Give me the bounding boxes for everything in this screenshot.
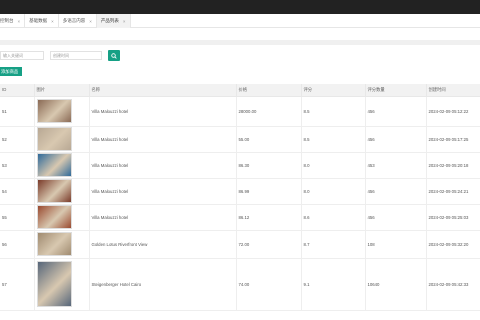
col-rating[interactable]: 评分	[300, 84, 365, 97]
cell-rating: 8.6	[300, 204, 365, 231]
divider-strip	[0, 40, 480, 45]
cell-rating-count: 456	[364, 126, 426, 153]
cell-id: 53	[0, 152, 34, 179]
tab-bar: 控制台 × 基础数据 × 多语言内容 × 产品列表 ×	[0, 14, 480, 28]
cell-id: 51	[0, 96, 34, 127]
cell-id: 55	[0, 204, 34, 231]
tab-label: 控制台	[0, 18, 14, 23]
cell-name: Golden Lotus Riverfront View	[88, 230, 236, 259]
cell-price: 55.00	[235, 126, 301, 153]
cell-rating: 8.5	[300, 126, 365, 153]
product-table: ID 图片 名称 价格 评分 评分数量 创建时间 51 Villa Malouzz…	[0, 84, 480, 311]
cell-image	[33, 178, 89, 205]
cell-rating: 9.1	[300, 258, 365, 311]
hotel-thumbnail[interactable]	[36, 179, 72, 203]
cell-name: Villa Malouzzi hotel	[88, 204, 236, 231]
cell-price: 86.12	[235, 204, 301, 231]
cell-name: Steigenberger Hotel Cairo	[88, 258, 236, 311]
cell-rating: 8.5	[300, 96, 365, 127]
table-row[interactable]: 56 Golden Lotus Riverfront View 72.00 8.7 10…	[0, 230, 480, 259]
table-row[interactable]: 55 Villa Malouzzi hotel 86.12 8.6 456 2024-02…	[0, 204, 480, 231]
cell-rating-count: 456	[364, 204, 426, 231]
col-rating-count[interactable]: 评分数量	[364, 84, 426, 97]
table-header-row: ID 图片 名称 价格 评分 评分数量 创建时间	[0, 84, 480, 97]
close-icon[interactable]: ×	[89, 19, 92, 24]
col-name[interactable]: 名称	[88, 84, 236, 97]
tab-multilang[interactable]: 多语言内容 ×	[59, 14, 97, 28]
cell-price: 72.00	[235, 230, 301, 259]
cell-created: 2024-02-09 05:17:25	[425, 126, 480, 153]
close-icon[interactable]: ×	[51, 19, 54, 24]
table-row[interactable]: 52 Villa Malouzzi hotel 55.00 8.5 456 2024-02…	[0, 126, 480, 153]
cell-name: Villa Malouzzi hotel	[88, 178, 236, 205]
cell-image	[33, 152, 89, 179]
cell-image	[33, 126, 89, 153]
col-created[interactable]: 创建时间	[425, 84, 480, 97]
cell-price: 86.30	[235, 152, 301, 179]
tab-label: 多语言内容	[62, 18, 86, 23]
hotel-thumbnail[interactable]	[36, 127, 72, 151]
cell-image	[33, 204, 89, 231]
cell-rating: 8.7	[300, 230, 365, 259]
cell-price: 28000.00	[235, 96, 301, 127]
cell-id: 54	[0, 178, 34, 205]
top-header-bar	[0, 0, 480, 14]
table-row[interactable]: 57 Steigenberger Hotel Cairo 74.00 9.1 10640…	[0, 258, 480, 311]
cell-rating-count: 453	[364, 152, 426, 179]
cell-created: 2024-02-09 05:12:22	[425, 96, 480, 127]
close-icon[interactable]: ×	[123, 19, 126, 24]
cell-created: 2024-02-09 05:42:33	[425, 258, 480, 311]
cell-image	[33, 230, 89, 259]
cell-name: Villa Malouzzi hotel	[88, 126, 236, 153]
cell-id: 56	[0, 230, 34, 259]
tab-dashboard[interactable]: 控制台 ×	[0, 14, 26, 28]
cell-rating: 8.0	[300, 178, 365, 205]
cell-rating-count: 456	[364, 178, 426, 205]
table-row[interactable]: 51 Villa Malouzzi hotel 28000.00 8.5 456 2024…	[0, 96, 480, 127]
hotel-thumbnail[interactable]	[36, 261, 72, 307]
hotel-thumbnail[interactable]	[36, 99, 72, 123]
created-time-input[interactable]: 创建时间	[50, 51, 102, 60]
tab-label: 产品列表	[100, 18, 119, 23]
tab-base-data[interactable]: 基础数据 ×	[25, 14, 59, 28]
hotel-thumbnail[interactable]	[36, 205, 72, 229]
table-row[interactable]: 53 Villa Malouzzi hotel 86.30 8.0 453 2024-02…	[0, 152, 480, 179]
col-price[interactable]: 价格	[235, 84, 301, 97]
tab-label: 基础数据	[29, 18, 48, 23]
col-id[interactable]: ID	[0, 84, 34, 97]
close-icon[interactable]: ×	[18, 19, 21, 24]
cell-id: 57	[0, 258, 34, 311]
hotel-thumbnail[interactable]	[36, 232, 72, 256]
cell-rating-count: 10640	[364, 258, 426, 311]
cell-created: 2024-02-09 05:20:18	[425, 152, 480, 179]
keyword-input[interactable]: 输入关键词	[0, 51, 44, 60]
search-icon	[111, 52, 117, 59]
cell-image	[33, 96, 89, 127]
hotel-thumbnail[interactable]	[36, 153, 72, 177]
search-button[interactable]	[108, 50, 120, 61]
cell-name: Villa Malouzzi hotel	[88, 96, 236, 127]
cell-price: 86.99	[235, 178, 301, 205]
col-image: 图片	[33, 84, 89, 97]
table-row[interactable]: 54 Villa Malouzzi hotel 86.99 8.0 456 2024-02…	[0, 178, 480, 205]
cell-image	[33, 258, 89, 311]
cell-name: Villa Malouzzi hotel	[88, 152, 236, 179]
cell-created: 2024-02-09 05:32:20	[425, 230, 480, 259]
cell-id: 52	[0, 126, 34, 153]
cell-created: 2024-02-09 05:24:21	[425, 178, 480, 205]
cell-price: 74.00	[235, 258, 301, 311]
cell-rating-count: 456	[364, 96, 426, 127]
cell-rating-count: 108	[364, 230, 426, 259]
cell-created: 2024-02-09 05:25:03	[425, 204, 480, 231]
cell-rating: 8.0	[300, 152, 365, 179]
add-product-button[interactable]: 添加商品	[0, 67, 22, 76]
tab-product-list[interactable]: 产品列表 ×	[96, 14, 131, 28]
